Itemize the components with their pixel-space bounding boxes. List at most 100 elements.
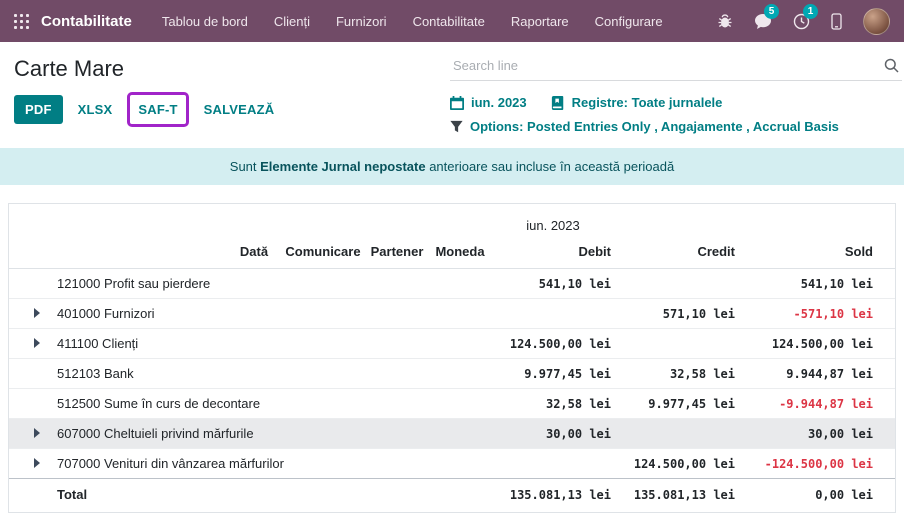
- credit-amount: 124.500,00 lei: [617, 449, 741, 479]
- app-brand[interactable]: Contabilitate: [41, 13, 132, 30]
- menu-item-customers[interactable]: Clienți: [262, 7, 322, 36]
- expand-caret-icon[interactable]: [34, 338, 40, 348]
- page-title: Carte Mare: [14, 56, 450, 82]
- account-name: 401000 Furnizori: [43, 299, 283, 329]
- account-name: 512103 Bank: [43, 359, 283, 389]
- credit-amount: 32,58 lei: [617, 359, 741, 389]
- account-name: 707000 Venituri din vânzarea mărfurilor: [43, 449, 283, 479]
- balance-amount: -9.944,87 lei: [741, 389, 895, 419]
- credit-amount: 571,10 lei: [617, 299, 741, 329]
- expand-caret-icon[interactable]: [34, 308, 40, 318]
- calendar-icon: [450, 96, 464, 110]
- avatar[interactable]: [863, 8, 890, 35]
- export-buttons: PDF XLSX SAF-T SALVEAZĂ: [14, 92, 450, 127]
- messages-icon[interactable]: 5: [754, 13, 772, 30]
- column-header-communication: Comunicare: [283, 237, 363, 269]
- options-filter-label: Options: Posted Entries Only , Angajamen…: [470, 119, 839, 134]
- date-filter-label: iun. 2023: [471, 95, 527, 110]
- save-button[interactable]: SALVEAZĂ: [201, 95, 278, 124]
- total-debit: 135.081,13 lei: [489, 479, 617, 513]
- credit-amount: [617, 419, 741, 449]
- unposted-entries-banner: Sunt Elemente Jurnal nepostate anterioar…: [0, 148, 904, 185]
- balance-amount: 9.944,87 lei: [741, 359, 895, 389]
- debit-amount: [489, 449, 617, 479]
- ledger-rows: 121000 Profit sau pierdere 541,10 lei 54…: [9, 269, 895, 479]
- banner-text-before: Sunt: [230, 159, 260, 174]
- balance-amount: -124.500,00 lei: [741, 449, 895, 479]
- saf-t-highlight-box: SAF-T: [127, 92, 188, 127]
- total-balance: 0,00 lei: [741, 479, 895, 513]
- xlsx-button[interactable]: XLSX: [75, 95, 116, 124]
- table-row[interactable]: 401000 Furnizori 571,10 lei -571,10 lei: [9, 299, 895, 329]
- expand-caret-icon[interactable]: [34, 428, 40, 438]
- period-header: iun. 2023: [489, 204, 617, 237]
- menu-item-reporting[interactable]: Raportare: [499, 7, 581, 36]
- search-icon[interactable]: [884, 58, 899, 78]
- messages-badge: 5: [764, 4, 779, 19]
- debit-amount: 32,58 lei: [489, 389, 617, 419]
- journals-filter[interactable]: Registre: Toate jurnalele: [551, 95, 723, 110]
- credit-amount: [617, 269, 741, 299]
- menu-item-configuration[interactable]: Configurare: [583, 7, 675, 36]
- column-header-balance: Sold: [741, 237, 895, 269]
- top-navbar: Contabilitate Tablou de bord Clienți Fur…: [0, 0, 904, 42]
- expand-caret-icon[interactable]: [34, 458, 40, 468]
- activities-badge: 1: [803, 4, 818, 19]
- credit-amount: [617, 329, 741, 359]
- debit-amount: 9.977,45 lei: [489, 359, 617, 389]
- options-filter[interactable]: Options: Posted Entries Only , Angajamen…: [450, 119, 839, 134]
- account-name: 411100 Clienți: [43, 329, 283, 359]
- column-header-partner: Partener: [363, 237, 431, 269]
- period-header-row: iun. 2023: [9, 204, 895, 237]
- banner-text-after: anterioare sau incluse în această perioa…: [426, 159, 675, 174]
- account-name: 607000 Cheltuieli privind mărfurile: [43, 419, 283, 449]
- debit-amount: [489, 299, 617, 329]
- report-header: Carte Mare PDF XLSX SAF-T SALVEAZĂ: [0, 42, 904, 134]
- column-header-date: Dată: [225, 237, 283, 269]
- column-header-currency: Moneda: [431, 237, 489, 269]
- menu-item-accounting[interactable]: Contabilitate: [401, 7, 497, 36]
- account-name: 512500 Sume în curs de decontare: [43, 389, 283, 419]
- total-credit: 135.081,13 lei: [617, 479, 741, 513]
- column-header-credit: Credit: [617, 237, 741, 269]
- debit-amount: 541,10 lei: [489, 269, 617, 299]
- menu-item-dashboard[interactable]: Tablou de bord: [150, 7, 260, 36]
- journals-filter-label: Registre: Toate jurnalele: [572, 95, 723, 110]
- table-row: 121000 Profit sau pierdere 541,10 lei 54…: [9, 269, 895, 299]
- main-menu: Tablou de bord Clienți Furnizori Contabi…: [150, 7, 675, 36]
- unposted-entries-link[interactable]: Elemente Jurnal nepostate: [260, 159, 425, 174]
- search-bar: [450, 52, 902, 81]
- date-filter[interactable]: iun. 2023: [450, 95, 527, 110]
- ledger-table: iun. 2023 Dată Comunicare Partener Moned…: [9, 204, 895, 512]
- total-label: Total: [43, 479, 283, 513]
- pdf-button[interactable]: PDF: [14, 95, 63, 124]
- table-row[interactable]: 607000 Cheltuieli privind mărfurile 30,0…: [9, 419, 895, 449]
- journal-book-icon: [551, 96, 565, 110]
- balance-amount: 541,10 lei: [741, 269, 895, 299]
- column-header-row: Dată Comunicare Partener Moneda Debit Cr…: [9, 237, 895, 269]
- report-filters: iun. 2023 Registre: Toate jurnalele Opti…: [450, 81, 902, 134]
- balance-amount: 124.500,00 lei: [741, 329, 895, 359]
- balance-amount: -571,10 lei: [741, 299, 895, 329]
- table-row: 512103 Bank 9.977,45 lei 32,58 lei 9.944…: [9, 359, 895, 389]
- ledger-card: iun. 2023 Dată Comunicare Partener Moned…: [8, 203, 896, 513]
- debit-amount: 30,00 lei: [489, 419, 617, 449]
- total-row: Total 135.081,13 lei 135.081,13 lei 0,00…: [9, 479, 895, 513]
- navbar-systray: 5 1: [717, 8, 890, 35]
- filter-funnel-icon: [450, 120, 463, 133]
- search-input[interactable]: [450, 52, 902, 80]
- account-name: 121000 Profit sau pierdere: [43, 269, 283, 299]
- table-row[interactable]: 707000 Venituri din vânzarea mărfurilor …: [9, 449, 895, 479]
- mobile-phone-icon[interactable]: [831, 13, 842, 30]
- column-header-debit: Debit: [489, 237, 617, 269]
- debit-amount: 124.500,00 lei: [489, 329, 617, 359]
- activities-clock-icon[interactable]: 1: [793, 13, 810, 30]
- apps-grid-icon[interactable]: [10, 10, 33, 33]
- menu-item-vendors[interactable]: Furnizori: [324, 7, 399, 36]
- table-row: 512500 Sume în curs de decontare 32,58 l…: [9, 389, 895, 419]
- saf-t-button[interactable]: SAF-T: [135, 95, 180, 124]
- table-row[interactable]: 411100 Clienți 124.500,00 lei 124.500,00…: [9, 329, 895, 359]
- balance-amount: 30,00 lei: [741, 419, 895, 449]
- credit-amount: 9.977,45 lei: [617, 389, 741, 419]
- debug-bug-icon[interactable]: [717, 13, 733, 29]
